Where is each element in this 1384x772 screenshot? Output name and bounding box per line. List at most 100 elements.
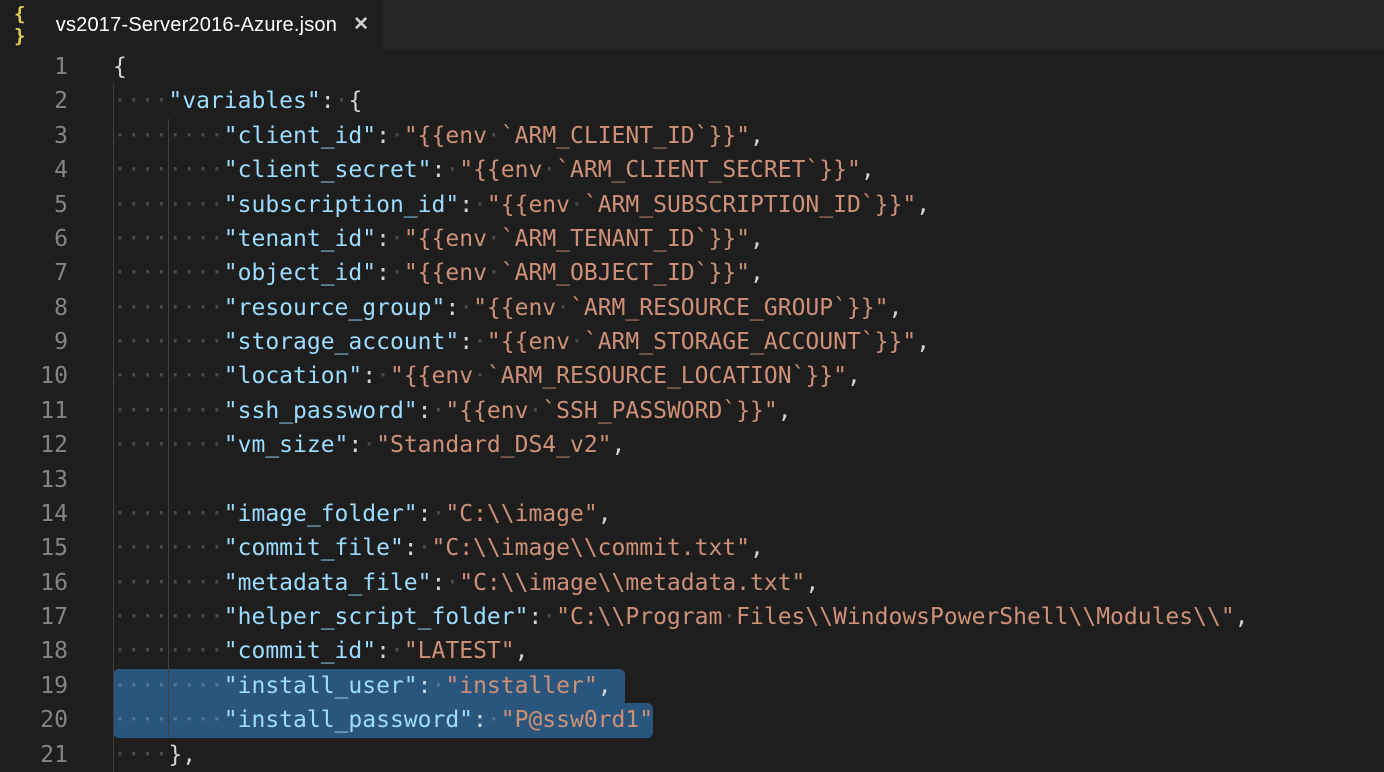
code-token: "{{env <box>390 363 473 389</box>
code-token: "LATEST" <box>404 638 515 664</box>
tab-json-file[interactable]: { } vs2017-Server2016-Azure.json ✕ <box>0 0 383 50</box>
line-number[interactable]: 18 <box>0 634 68 668</box>
code-content[interactable]: ····}, <box>68 738 196 772</box>
close-tab-icon[interactable]: ✕ <box>353 15 369 35</box>
code-token: `ARM_CLIENT_SECRET`}}" <box>556 157 861 183</box>
code-line[interactable]: 10········"location":·"{{env·`ARM_RESOUR… <box>0 359 1384 393</box>
code-token: : <box>321 88 335 114</box>
editor-lines: 1{2····"variables":·{3········"client_id… <box>0 50 1384 772</box>
code-content[interactable] <box>68 463 113 497</box>
code-content[interactable]: ········"client_id":·"{{env·`ARM_CLIENT_… <box>68 119 764 153</box>
line-number[interactable]: 12 <box>0 428 68 462</box>
code-token: : <box>473 707 487 733</box>
code-token: : <box>362 363 376 389</box>
code-content[interactable]: ········"vm_size":·"Standard_DS4_v2", <box>68 428 625 462</box>
code-token: "variables" <box>168 88 320 114</box>
code-line[interactable]: 13 <box>0 463 1384 497</box>
line-number[interactable]: 10 <box>0 359 68 393</box>
code-content[interactable]: ········"install_password":·"P@ssw0rd1" <box>68 703 653 737</box>
code-token: : <box>376 260 390 286</box>
code-line[interactable]: 11········"ssh_password":·"{{env·`SSH_PA… <box>0 394 1384 428</box>
line-number[interactable]: 8 <box>0 291 68 325</box>
code-content[interactable]: ········"helper_script_folder":·"C:\\Pro… <box>68 600 1249 634</box>
code-content[interactable]: ········"install_user":·"installer", <box>68 669 625 703</box>
line-number[interactable]: 11 <box>0 394 68 428</box>
code-editor[interactable]: 1{2····"variables":·{3········"client_id… <box>0 50 1384 772</box>
code-token: , <box>1235 604 1249 630</box>
code-line[interactable]: 7········"object_id":·"{{env·`ARM_OBJECT… <box>0 256 1384 290</box>
code-token: , <box>750 123 764 149</box>
code-content[interactable]: ········"tenant_id":·"{{env·`ARM_TENANT_… <box>68 222 764 256</box>
code-line[interactable]: 8········"resource_group":·"{{env·`ARM_R… <box>0 291 1384 325</box>
line-number[interactable]: 4 <box>0 153 68 187</box>
selection-highlight: ········"install_password":·"P@ssw0rd1" <box>113 703 653 737</box>
code-line[interactable]: 3········"client_id":·"{{env·`ARM_CLIENT… <box>0 119 1384 153</box>
code-line[interactable]: 6········"tenant_id":·"{{env·`ARM_TENANT… <box>0 222 1384 256</box>
code-content[interactable]: ········"subscription_id":·"{{env·`ARM_S… <box>68 188 930 222</box>
code-content[interactable]: ········"storage_account":·"{{env·`ARM_S… <box>68 325 930 359</box>
code-line[interactable]: 21····}, <box>0 738 1384 772</box>
line-number[interactable]: 6 <box>0 222 68 256</box>
code-token: `ARM_RESOURCE_GROUP`}}" <box>570 295 889 321</box>
code-line[interactable]: 16········"metadata_file":·"C:\\image\\m… <box>0 566 1384 600</box>
code-token: ···· <box>113 742 168 768</box>
line-number[interactable]: 19 <box>0 669 68 703</box>
code-line[interactable]: 5········"subscription_id":·"{{env·`ARM_… <box>0 188 1384 222</box>
line-number[interactable]: 13 <box>0 463 68 497</box>
code-token: · <box>542 157 556 183</box>
code-token: : <box>459 192 473 218</box>
code-token: · <box>432 398 446 424</box>
code-token: , <box>515 638 529 664</box>
code-line[interactable]: 9········"storage_account":·"{{env·`ARM_… <box>0 325 1384 359</box>
line-number[interactable]: 17 <box>0 600 68 634</box>
code-token: "location" <box>224 363 362 389</box>
code-content[interactable]: ········"location":·"{{env·`ARM_RESOURCE… <box>68 359 861 393</box>
code-line[interactable]: 19 ········"install_user":·"installer", <box>0 669 1384 703</box>
code-content[interactable]: ········"image_folder":·"C:\\image", <box>68 497 612 531</box>
code-content[interactable]: ········"object_id":·"{{env·`ARM_OBJECT_… <box>68 256 764 290</box>
code-content[interactable]: ········"resource_group":·"{{env·`ARM_RE… <box>68 291 902 325</box>
code-line[interactable]: 15········"commit_file":·"C:\\image\\com… <box>0 531 1384 565</box>
line-number[interactable]: 15 <box>0 531 68 565</box>
code-token: "commit_file" <box>224 535 404 561</box>
code-token: "C:\\image\\metadata.txt" <box>459 570 805 596</box>
code-token: "{{env <box>487 329 570 355</box>
code-token: "C:\\image\\commit.txt" <box>432 535 751 561</box>
line-number[interactable]: 7 <box>0 256 68 290</box>
code-content[interactable]: ········"metadata_file":·"C:\\image\\met… <box>68 566 819 600</box>
code-line[interactable]: 17········"helper_script_folder":·"C:\\P… <box>0 600 1384 634</box>
code-token: `SSH_PASSWORD`}}" <box>542 398 777 424</box>
code-line[interactable]: 4········"client_secret":·"{{env·`ARM_CL… <box>0 153 1384 187</box>
code-line[interactable]: 20 ········"install_password":·"P@ssw0rd1… <box>0 703 1384 737</box>
code-content[interactable]: ········"commit_file":·"C:\\image\\commi… <box>68 531 764 565</box>
line-number[interactable]: 1 <box>0 50 68 84</box>
code-line[interactable]: 12········"vm_size":·"Standard_DS4_v2", <box>0 428 1384 462</box>
line-number[interactable]: 2 <box>0 84 68 118</box>
code-line[interactable]: 14········"image_folder":·"C:\\image", <box>0 497 1384 531</box>
code-content[interactable]: { <box>68 50 127 84</box>
code-token: · <box>390 123 404 149</box>
code-token: · <box>722 604 736 630</box>
code-token: "C:\\image" <box>445 501 597 527</box>
code-token: · <box>459 295 473 321</box>
line-number[interactable]: 20 <box>0 703 68 737</box>
code-token: : <box>432 157 446 183</box>
line-number[interactable]: 16 <box>0 566 68 600</box>
line-number[interactable]: 9 <box>0 325 68 359</box>
line-number[interactable]: 3 <box>0 119 68 153</box>
code-content[interactable]: ········"client_secret":·"{{env·`ARM_CLI… <box>68 153 875 187</box>
line-number[interactable]: 14 <box>0 497 68 531</box>
code-line[interactable]: 18········"commit_id":·"LATEST", <box>0 634 1384 668</box>
selection-highlight: ········"install_user":·"installer", <box>113 669 625 703</box>
code-token: · <box>473 329 487 355</box>
code-content[interactable]: ········"ssh_password":·"{{env·`SSH_PASS… <box>68 394 792 428</box>
code-line[interactable]: 2····"variables":·{ <box>0 84 1384 118</box>
line-number[interactable]: 21 <box>0 738 68 772</box>
code-content[interactable]: ········"commit_id":·"LATEST", <box>68 634 528 668</box>
code-token: "vm_size" <box>224 432 349 458</box>
code-token: · <box>390 260 404 286</box>
code-token: "Standard_DS4_v2" <box>376 432 611 458</box>
code-line[interactable]: 1{ <box>0 50 1384 84</box>
line-number[interactable]: 5 <box>0 188 68 222</box>
code-token: "{{env <box>445 398 528 424</box>
